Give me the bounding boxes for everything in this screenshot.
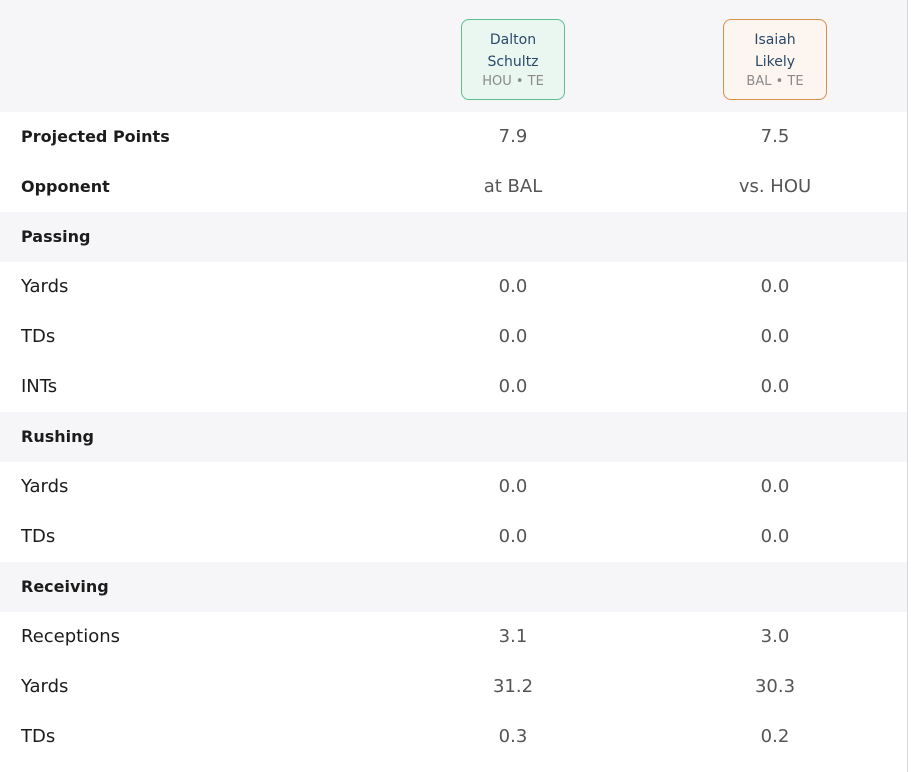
section-header-row: Passing: [0, 212, 907, 262]
stat-row: Projected Points 7.9 7.5: [0, 112, 907, 162]
player-2-value: 0.0: [705, 462, 845, 512]
player-2-value: 0.0: [705, 512, 845, 562]
player-1-value: 0.0: [443, 512, 583, 562]
section-header-row: Receiving: [0, 562, 907, 612]
player-2-value: 7.5: [705, 112, 845, 162]
stat-row: Opponent at BAL vs. HOU: [0, 162, 907, 212]
player-1-value: 3.1: [443, 612, 583, 662]
row-label: TDs: [21, 512, 55, 562]
stat-row: TDs 0.3 0.2: [0, 712, 907, 762]
player-2-value: 0.2: [705, 712, 845, 762]
row-label: TDs: [21, 312, 55, 362]
player-1-value: 0.0: [443, 362, 583, 412]
player-1-value: 0.0: [443, 312, 583, 362]
player-2-first-name: Isaiah: [724, 29, 826, 51]
stat-row: TDs 0.0 0.0: [0, 512, 907, 562]
row-label: Projected Points: [21, 112, 170, 162]
player-2-last-name: Likely: [724, 51, 826, 73]
player-1-team-position: HOU • TE: [462, 73, 564, 91]
stat-row: TDs 0.0 0.0: [0, 312, 907, 362]
player-card-1[interactable]: Dalton Schultz HOU • TE: [461, 19, 565, 100]
row-label: Yards: [21, 662, 68, 712]
stat-row: Yards 31.2 30.3: [0, 662, 907, 712]
player-1-first-name: Dalton: [462, 29, 564, 51]
player-2-value: 0.0: [705, 312, 845, 362]
player-comparison-table: Dalton Schultz HOU • TE Isaiah Likely BA…: [0, 0, 908, 772]
row-label: Rushing: [21, 412, 94, 462]
player-1-last-name: Schultz: [462, 51, 564, 73]
row-label: TDs: [21, 712, 55, 762]
player-1-value: 31.2: [443, 662, 583, 712]
section-header-row: Rushing: [0, 412, 907, 462]
player-1-value: 0.0: [443, 462, 583, 512]
comparison-header: Dalton Schultz HOU • TE Isaiah Likely BA…: [0, 0, 907, 112]
stat-row: Receptions 3.1 3.0: [0, 612, 907, 662]
player-1-value: 7.9: [443, 112, 583, 162]
player-2-value: 30.3: [705, 662, 845, 712]
stat-row: Yards 0.0 0.0: [0, 262, 907, 312]
row-label: Opponent: [21, 162, 110, 212]
player-1-value: at BAL: [443, 162, 583, 212]
row-label: Passing: [21, 212, 90, 262]
row-label: Yards: [21, 462, 68, 512]
row-label: Receptions: [21, 612, 120, 662]
row-label: Receiving: [21, 562, 109, 612]
stat-row: Yards 0.0 0.0: [0, 462, 907, 512]
player-2-team-position: BAL • TE: [724, 73, 826, 91]
player-1-value: 0.3: [443, 712, 583, 762]
player-2-value: 3.0: [705, 612, 845, 662]
player-2-value: 0.0: [705, 262, 845, 312]
player-2-value: vs. HOU: [705, 162, 845, 212]
stat-row: INTs 0.0 0.0: [0, 362, 907, 412]
player-card-2[interactable]: Isaiah Likely BAL • TE: [723, 19, 827, 100]
player-2-value: 0.0: [705, 362, 845, 412]
row-label: INTs: [21, 362, 57, 412]
row-label: Yards: [21, 262, 68, 312]
player-1-value: 0.0: [443, 262, 583, 312]
